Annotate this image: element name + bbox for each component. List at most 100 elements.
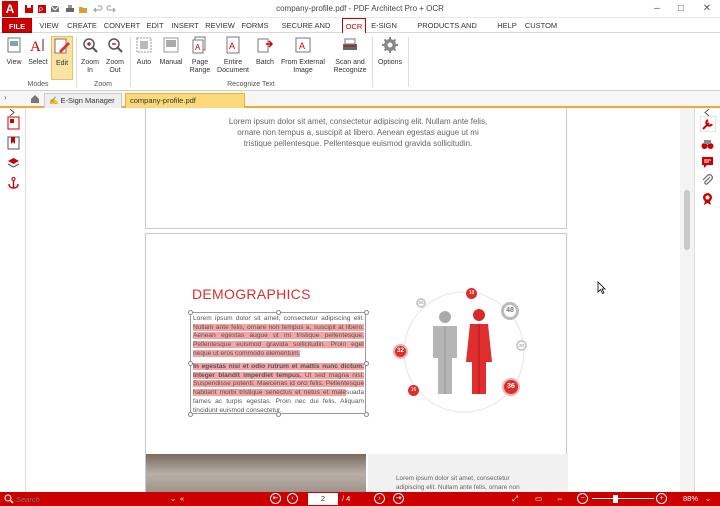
- previous-page-icon[interactable]: ‹: [287, 493, 298, 504]
- batch-button[interactable]: Batch: [254, 36, 276, 67]
- zoom-out-icon: [108, 38, 123, 53]
- menu-e-sign[interactable]: E-SIGN: [370, 18, 398, 33]
- scanner-icon: [343, 38, 357, 50]
- resize-handle[interactable]: [364, 412, 369, 417]
- menu-products-and-pricing[interactable]: PRODUCTS AND PRICING: [402, 18, 492, 45]
- tab-esign-manager[interactable]: ✍ E-Sign Manager: [44, 93, 122, 108]
- pages-icon[interactable]: [7, 116, 20, 130]
- menu-insert[interactable]: INSERT: [170, 18, 200, 33]
- search-icon: [4, 494, 14, 504]
- layers-icon[interactable]: [7, 156, 20, 170]
- menu-file[interactable]: FILE: [2, 18, 32, 33]
- page1-paragraph: Lorem ipsum dolor sit amet, consectetur …: [228, 117, 488, 148]
- window-title: company-profile.pdf - PDF Architect Pro …: [276, 4, 444, 13]
- wrench-icon[interactable]: [700, 116, 716, 132]
- pdf-page-1: Lorem ipsum dolor sit amet, consectetur …: [145, 108, 567, 229]
- male-figure-icon: [433, 311, 457, 394]
- actual-size-icon[interactable]: ▭: [535, 493, 542, 505]
- separator: [372, 37, 373, 87]
- scrollbar-thumb[interactable]: [684, 190, 690, 250]
- zoom-out-button[interactable]: Zoom Out: [103, 36, 127, 75]
- options-label: Options: [377, 59, 403, 66]
- certificate-icon[interactable]: [701, 192, 714, 205]
- paragraph-2[interactable]: In egestas nisi et odio rutrum et mattis…: [193, 363, 364, 415]
- maximize-button[interactable]: □: [674, 3, 688, 15]
- zoom-slider[interactable]: [592, 498, 654, 499]
- edit-label: Edit: [55, 60, 69, 67]
- stat-badge: 48: [501, 302, 519, 320]
- comment-icon[interactable]: [701, 156, 714, 169]
- resize-handle[interactable]: [364, 361, 369, 366]
- zoom-slider-thumb[interactable]: [613, 495, 618, 503]
- from-external-image-label: From External Image: [281, 59, 325, 74]
- svg-text:A: A: [195, 43, 201, 52]
- bottom-paragraph: Lorem ipsum dolor sit amet, consectetur …: [396, 475, 520, 491]
- stat-badge: 36: [502, 378, 520, 396]
- vertical-scrollbar[interactable]: [680, 108, 694, 492]
- svg-text:A: A: [229, 41, 235, 51]
- menu-custom[interactable]: CUSTOM: [524, 18, 558, 33]
- fit-page-icon[interactable]: ⤢: [512, 493, 518, 505]
- resize-handle[interactable]: [364, 310, 369, 315]
- bookmarks-icon[interactable]: [7, 136, 20, 150]
- attachment-icon[interactable]: [701, 174, 714, 187]
- minimize-button[interactable]: –: [650, 3, 664, 15]
- menu-edit[interactable]: EDIT: [145, 18, 165, 33]
- ribbon: View A Select Edit Modes Zoom In Zoom Ou…: [0, 33, 720, 91]
- menu-secure-and-sign[interactable]: SECURE AND SIGN: [274, 18, 338, 45]
- zoom-in-icon: [83, 38, 98, 53]
- select-button[interactable]: A Select: [26, 36, 50, 67]
- document-canvas[interactable]: Lorem ipsum dolor sit amet, consectetur …: [26, 108, 680, 492]
- tab-company-profile[interactable]: company-profile.pdf: [125, 93, 245, 108]
- svg-text:A: A: [299, 41, 305, 51]
- manual-button[interactable]: Manual: [157, 36, 185, 67]
- menu-ocr[interactable]: OCR: [342, 18, 366, 34]
- zoom-level[interactable]: 88%: [683, 493, 698, 505]
- stat-badge: 18: [466, 288, 477, 299]
- edit-button[interactable]: Edit: [51, 36, 73, 80]
- tab-scroll-left-icon[interactable]: ›: [4, 93, 7, 102]
- search-input[interactable]: [16, 493, 166, 505]
- zoom-out-icon[interactable]: −: [577, 493, 588, 504]
- fit-width-icon[interactable]: ⇔: [556, 493, 564, 505]
- menu-help[interactable]: HELP: [496, 18, 518, 33]
- document-tab-strip: › ✍ E-Sign Manager company-profile.pdf: [0, 91, 720, 108]
- page-number-input[interactable]: 2: [308, 493, 338, 505]
- edit-text-box[interactable]: Lorem ipsum dolor sit amet, consectetur …: [188, 310, 369, 417]
- female-figure-icon: [466, 309, 492, 394]
- menu-convert[interactable]: CONVERT: [102, 18, 142, 33]
- scan-and-recognize-label: Scan and Recognize: [333, 59, 367, 74]
- edit-icon: [54, 38, 70, 54]
- close-button[interactable]: ✕: [700, 3, 714, 15]
- from-external-image-button[interactable]: A From External Image: [279, 36, 327, 75]
- search-collapse-icon[interactable]: «: [180, 493, 184, 505]
- first-page-icon[interactable]: ⇤: [270, 493, 281, 504]
- auto-button[interactable]: Auto: [133, 36, 155, 67]
- group-zoom: Zoom: [94, 81, 112, 88]
- menu-create[interactable]: CREATE: [66, 18, 98, 33]
- scan-and-recognize-button[interactable]: Scan and Recognize: [330, 36, 370, 75]
- menu-review[interactable]: REVIEW: [204, 18, 236, 33]
- entire-document-button[interactable]: A Entire Document: [215, 36, 251, 75]
- zoom-in-icon[interactable]: +: [656, 493, 667, 504]
- options-button[interactable]: Options: [376, 36, 404, 67]
- pdf-page-2: DEMOGRAPHICS Lorem ipsum dolor sit amet,…: [145, 233, 568, 492]
- next-page-icon[interactable]: ›: [374, 493, 385, 504]
- home-icon[interactable]: [30, 94, 40, 104]
- binoculars-icon[interactable]: [701, 138, 714, 151]
- zoom-dropdown-icon[interactable]: ⌄: [705, 493, 711, 505]
- page-range-button[interactable]: A Page Range: [187, 36, 213, 75]
- manual-label: Manual: [159, 59, 183, 66]
- paragraph-1[interactable]: Lorem ipsum dolor sit amet, consectetur …: [193, 315, 364, 359]
- external-image-icon: A: [295, 37, 311, 53]
- zoom-in-button[interactable]: Zoom In: [78, 36, 102, 75]
- last-page-icon[interactable]: ⇥: [393, 493, 404, 504]
- search-options-icon[interactable]: ⌄: [170, 493, 176, 505]
- anchor-icon[interactable]: [7, 176, 20, 190]
- left-panel: [0, 108, 26, 492]
- menu-forms[interactable]: FORMS: [240, 18, 270, 33]
- menu-view[interactable]: VIEW: [37, 18, 61, 33]
- page-range-icon: A: [192, 36, 206, 54]
- view-button[interactable]: View: [3, 36, 25, 67]
- stat-badge: 32: [393, 344, 408, 359]
